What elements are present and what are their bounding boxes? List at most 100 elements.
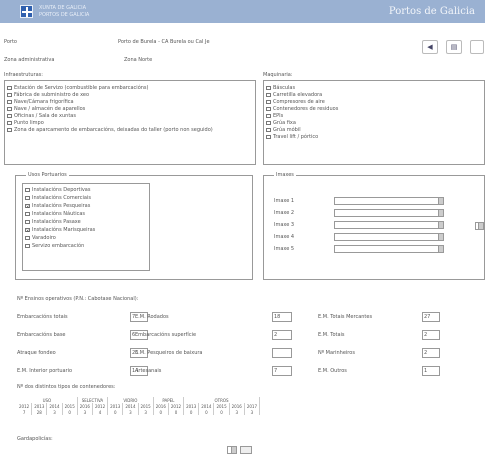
maquinaria-item-label: Carretilla elevadora: [273, 92, 323, 98]
maquinaria-item[interactable]: Travel lift / pórtico: [266, 134, 318, 140]
back-button[interactable]: ◀: [422, 40, 438, 54]
infraestrutura-item-label: Nave/Cámara frigorífica: [14, 99, 74, 105]
infraestrutura-item-label: Zona de aparcamento de embarcacións, dei…: [14, 127, 213, 133]
stats-value: 3: [244, 409, 261, 415]
maquinaria-checkbox[interactable]: [266, 85, 271, 90]
imaxe-label: Imaxe 4: [274, 234, 295, 240]
maquinaria-item[interactable]: Carretilla elevadora: [266, 92, 322, 98]
infraestrutura-checkbox[interactable]: [7, 99, 12, 104]
fisico-label: E.M. Outros: [318, 368, 347, 374]
infraestrutura-item[interactable]: Oficinas / Sala de xuntas: [7, 113, 76, 119]
imaxe-select[interactable]: [334, 233, 444, 241]
fisico-label: E.M. Totais Mercantes: [318, 314, 373, 320]
maquinaria-checkbox[interactable]: [266, 106, 271, 111]
maquinaria-item[interactable]: EPIs: [266, 113, 283, 119]
uso-checkbox[interactable]: [25, 187, 30, 192]
infraestrutura-item[interactable]: Nave/Cámara frigorífica: [7, 99, 74, 105]
maquinaria-checkbox[interactable]: [266, 92, 271, 97]
infraestrutura-item[interactable]: Estación de Servizo (combustible para em…: [7, 85, 148, 91]
imaxe-label: Imaxe 2: [274, 210, 295, 216]
imaxes-legend: Imaxes: [274, 172, 296, 178]
maquinaria-checkbox[interactable]: [266, 113, 271, 118]
uso-item[interactable]: × Instalacións Marisqueiras: [25, 227, 95, 233]
maquinaria-item[interactable]: Básculas: [266, 85, 295, 91]
infraestrutura-item-label: Oficinas / Sala de xuntas: [14, 113, 76, 119]
xunta-logo-icon: [20, 5, 33, 18]
maquinaria-item[interactable]: Grúa móbil: [266, 127, 301, 133]
garda-select[interactable]: [227, 446, 237, 454]
uso-item[interactable]: × Instalacións Pesqueiras: [25, 203, 90, 209]
stats-value: 3: [229, 409, 245, 415]
maquinaria-item-label: Grúa fixa: [273, 120, 296, 126]
uso-item[interactable]: Instalacións Deportivas: [25, 187, 90, 193]
porto-label: Porto: [4, 39, 17, 45]
maquinaria-item[interactable]: Grúa fixa: [266, 120, 296, 126]
imaxe-select[interactable]: [334, 245, 444, 253]
stats-value: 3: [46, 409, 63, 415]
uso-item[interactable]: Varadoiro: [25, 235, 56, 241]
infraestrutura-checkbox[interactable]: [7, 92, 12, 97]
maquinaria-item-label: Travel lift / pórtico: [273, 134, 319, 140]
fisico-input[interactable]: 7: [272, 366, 292, 376]
maquinaria-checkbox[interactable]: [266, 99, 271, 104]
uso-checkbox[interactable]: [25, 219, 30, 224]
uso-checkbox[interactable]: [25, 243, 30, 248]
maquinaria-checkbox[interactable]: [266, 127, 271, 132]
maquinaria-item-label: Contenedores de residuos: [273, 106, 339, 112]
fisico-label: Atraque fondeo: [17, 350, 56, 356]
maquinaria-item-label: Compresores de aire: [273, 99, 325, 105]
infraestrutura-checkbox[interactable]: [7, 113, 12, 118]
imaxes-expand-button[interactable]: [475, 222, 484, 230]
print-button[interactable]: ▤: [446, 40, 462, 54]
uso-item[interactable]: Instalacións Pasaxe: [25, 219, 81, 225]
uso-item[interactable]: Servizo embarcación: [25, 243, 84, 249]
stats-column-header: 2015: [213, 403, 230, 409]
infraestrutura-item[interactable]: Punto limpo: [7, 120, 44, 126]
infraestrutura-item[interactable]: Nave / almacén de aparellos: [7, 106, 85, 112]
fisico-label: Artesanais: [135, 368, 162, 374]
stats-value: 3: [138, 409, 154, 415]
stats-value: 0: [62, 409, 78, 415]
infraestrutura-item-label: Estación de Servizo (combustible para em…: [14, 85, 149, 91]
maquinaria-item[interactable]: Compresores de aire: [266, 99, 325, 105]
fisico-input[interactable]: 27: [422, 312, 440, 322]
stats-title: Nº dos distintos tipos de contenedores:: [17, 384, 116, 390]
infraestrutura-checkbox[interactable]: [7, 106, 12, 111]
stats-value: 0: [183, 409, 200, 415]
uso-item[interactable]: Instalacións Náuticas: [25, 211, 85, 217]
uso-item-label: Instalacións Comerciais: [32, 195, 91, 201]
uso-checkbox[interactable]: [25, 195, 30, 200]
fisico-input[interactable]: 2: [272, 330, 292, 340]
fisico-input[interactable]: 2: [422, 348, 440, 358]
infraestrutura-checkbox[interactable]: [7, 85, 12, 90]
imaxe-select[interactable]: [334, 221, 444, 229]
garda-add-button[interactable]: [240, 446, 252, 454]
uso-checkbox[interactable]: ×: [25, 203, 30, 208]
stats-value: 0: [153, 409, 169, 415]
usos-portuarios-list: Instalacións Deportivas Instalacións Come…: [22, 183, 150, 271]
stats-column-header: 2015: [138, 403, 154, 409]
imaxe-select[interactable]: [334, 197, 444, 205]
maquinaria-item[interactable]: Contenedores de residuos: [266, 106, 338, 112]
fisico-input[interactable]: [272, 348, 292, 358]
fisico-input[interactable]: 2: [422, 330, 440, 340]
uso-checkbox[interactable]: ×: [25, 227, 30, 232]
chevron-down-icon: [438, 234, 443, 240]
maquinaria-checkbox[interactable]: [266, 134, 271, 139]
infraestrutura-checkbox[interactable]: [7, 120, 12, 125]
maquinaria-list: Básculas Carretilla elevadora Compresores …: [263, 80, 485, 165]
infraestrutura-item[interactable]: Fábrica de subministro de xeo: [7, 92, 89, 98]
imaxe-select[interactable]: [334, 209, 444, 217]
uso-item[interactable]: Instalacións Comerciais: [25, 195, 91, 201]
infraestrutura-checkbox[interactable]: [7, 127, 12, 132]
maquinaria-checkbox[interactable]: [266, 120, 271, 125]
chevron-down-icon: [438, 222, 443, 228]
imaxe-label: Imaxe 5: [274, 246, 295, 252]
uso-checkbox[interactable]: [25, 235, 30, 240]
infraestrutura-item[interactable]: Zona de aparcamento de embarcacións, dei…: [7, 127, 213, 133]
fisico-input[interactable]: 18: [272, 312, 292, 322]
uso-item-label: Instalacións Pesqueiras: [32, 203, 91, 209]
uso-checkbox[interactable]: [25, 211, 30, 216]
fisico-input[interactable]: 1: [422, 366, 440, 376]
next-button[interactable]: [470, 40, 484, 54]
